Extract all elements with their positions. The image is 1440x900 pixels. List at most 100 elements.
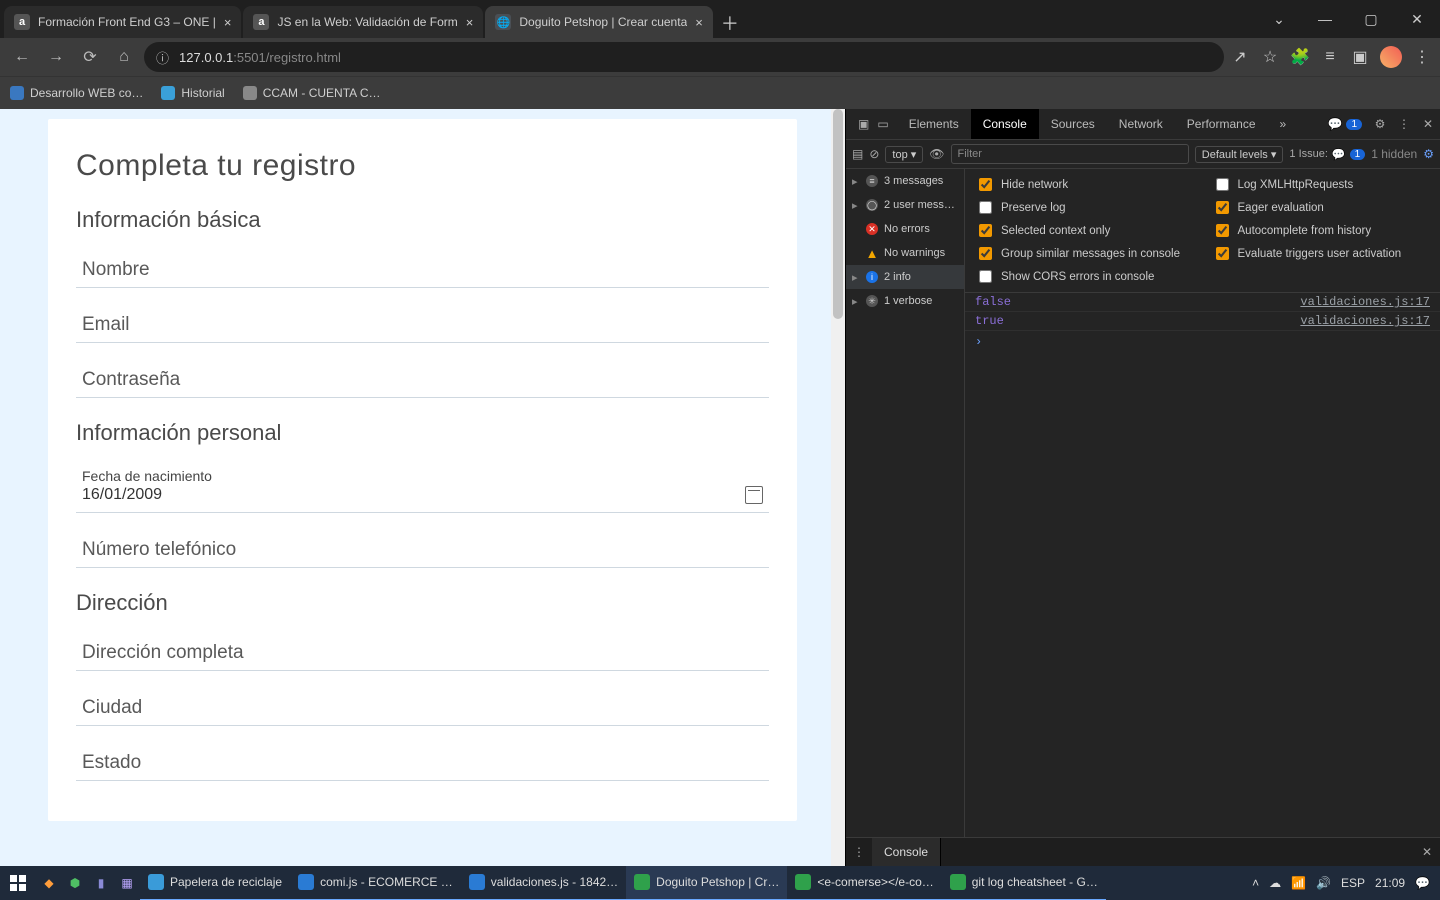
sidebar-verbose[interactable]: ▸✳1 verbose [846, 289, 964, 313]
name-field[interactable]: Nombre [76, 259, 769, 288]
tab-3-active[interactable]: 🌐 Doguito Petshop | Crear cuenta × [485, 6, 712, 38]
close-icon[interactable]: × [466, 15, 474, 30]
live-expression-icon[interactable]: 👁 [929, 147, 944, 161]
drawer-close-icon[interactable]: ✕ [1414, 845, 1440, 859]
taskbar-app[interactable]: Papelera de reciclaje [140, 865, 290, 900]
tab-1[interactable]: a Formación Front End G3 – ONE | × [4, 6, 241, 38]
tab-2[interactable]: a JS en la Web: Validación de Form × [243, 6, 483, 38]
site-info-icon[interactable]: ⓘ [156, 48, 169, 67]
tab-overflow-icon[interactable]: ⌄ [1256, 0, 1302, 38]
close-icon[interactable]: × [695, 15, 703, 30]
state-field[interactable]: Estado [76, 752, 769, 781]
console-line[interactable]: true validaciones.js:17 [965, 312, 1440, 331]
drawer-console-tab[interactable]: Console [872, 838, 941, 866]
minimize-button[interactable]: — [1302, 0, 1348, 38]
calendar-icon[interactable] [745, 486, 763, 504]
tab-performance[interactable]: Performance [1175, 109, 1268, 139]
dob-field[interactable]: Fecha de nacimiento 16/01/2009 [76, 468, 769, 513]
tray-wifi-icon[interactable]: 📶 [1291, 876, 1306, 890]
phone-field[interactable]: Número telefónico [76, 539, 769, 568]
devtools-menu-icon[interactable]: ⋮ [1392, 109, 1416, 139]
taskbar-pin-icon[interactable]: ▮ [88, 876, 114, 890]
taskbar-pin-icon[interactable]: ▦ [114, 876, 140, 890]
sidebar-messages[interactable]: ▸≡3 messages [846, 169, 964, 193]
close-icon[interactable]: × [224, 15, 232, 30]
chk-log-xhr[interactable]: Log XMLHttpRequests [1212, 175, 1431, 194]
taskbar-pin-icon[interactable]: ⬢ [62, 876, 88, 890]
taskbar-app[interactable]: <e-comerse></e-co… [787, 865, 941, 900]
taskbar-app[interactable]: comi.js - ECOMERCE … [290, 865, 461, 900]
tray-cloud-icon[interactable]: ☁ [1269, 876, 1281, 890]
address-bar[interactable]: ⓘ 127.0.0.1:5501/registro.html [144, 42, 1224, 72]
chk-group-similar[interactable]: Group similar messages in console [975, 244, 1194, 263]
city-field[interactable]: Ciudad [76, 697, 769, 726]
back-button[interactable]: ← [8, 43, 36, 71]
chk-eval-triggers[interactable]: Evaluate triggers user activation [1212, 244, 1431, 263]
chk-selected-context[interactable]: Selected context only [975, 221, 1194, 240]
tray-volume-icon[interactable]: 🔊 [1316, 876, 1331, 890]
chrome-menu-icon[interactable]: ⋮ [1412, 47, 1432, 67]
console-settings-icon[interactable]: ⚙ [1423, 147, 1434, 161]
tray-chevron-icon[interactable]: ˄ [1252, 876, 1259, 890]
bookmark-item[interactable]: Historial [161, 86, 224, 100]
issues-indicator[interactable]: 1 Issue:💬1 [1289, 148, 1365, 161]
sidebar-info[interactable]: ▸i2 info [846, 265, 964, 289]
console-sidebar-toggle-icon[interactable]: ▤ [852, 147, 863, 161]
devtools-close-icon[interactable]: ✕ [1416, 109, 1440, 139]
log-levels-selector[interactable]: Default levels ▾ [1195, 146, 1284, 163]
extensions-icon[interactable]: 🧩 [1290, 47, 1310, 67]
chk-show-cors[interactable]: Show CORS errors in console [975, 267, 1430, 286]
tab-sources[interactable]: Sources [1039, 109, 1107, 139]
tab-network[interactable]: Network [1107, 109, 1175, 139]
bookmark-star-icon[interactable]: ☆ [1260, 47, 1280, 67]
tab-elements[interactable]: Elements [897, 109, 971, 139]
chk-preserve-log[interactable]: Preserve log [975, 198, 1194, 217]
url-text: 127.0.0.1:5501/registro.html [179, 50, 341, 65]
page-scrollbar[interactable] [831, 109, 845, 866]
taskbar-app[interactable]: git log cheatsheet - G… [942, 865, 1106, 900]
console-prompt[interactable]: › [965, 331, 1440, 353]
console-line[interactable]: false validaciones.js:17 [965, 293, 1440, 312]
profile-avatar[interactable] [1380, 46, 1402, 68]
device-toggle-icon[interactable]: ▭ [877, 117, 888, 131]
tray-clock[interactable]: 21:09 [1375, 876, 1405, 890]
scroll-thumb[interactable] [833, 109, 843, 319]
sidebar-errors[interactable]: ✕No errors [846, 217, 964, 241]
inspect-icon[interactable]: ▣ [858, 117, 869, 131]
maximize-button[interactable]: ▢ [1348, 0, 1394, 38]
share-icon[interactable]: ↗ [1230, 47, 1250, 67]
close-window-button[interactable]: ✕ [1394, 0, 1440, 38]
console-filter-input[interactable]: Filter [951, 144, 1189, 164]
address-field[interactable]: Dirección completa [76, 642, 769, 671]
reload-button[interactable]: ⟳ [76, 43, 104, 71]
tray-language[interactable]: ESP [1341, 876, 1365, 890]
bookmark-item[interactable]: Desarrollo WEB co… [10, 86, 143, 100]
chk-autocomplete[interactable]: Autocomplete from history [1212, 221, 1431, 240]
context-selector[interactable]: top ▾ [885, 146, 923, 163]
password-field[interactable]: Contraseña [76, 369, 769, 398]
start-button[interactable] [0, 875, 36, 891]
forward-button[interactable]: → [42, 43, 70, 71]
chk-hide-network[interactable]: Hide network [975, 175, 1194, 194]
home-button[interactable]: ⌂ [110, 43, 138, 71]
bookmark-item[interactable]: CCAM - CUENTA C… [243, 86, 381, 100]
tray-notifications-icon[interactable]: 💬 [1415, 876, 1430, 890]
side-panel-icon[interactable]: ▣ [1350, 47, 1370, 67]
console-source-link[interactable]: validaciones.js:17 [1300, 295, 1430, 309]
taskbar-pin-icon[interactable]: ◆ [36, 876, 62, 890]
taskbar-app[interactable]: validaciones.js - 1842… [461, 865, 626, 900]
reading-list-icon[interactable]: ≡ [1320, 47, 1340, 67]
tab-more[interactable]: » [1268, 109, 1299, 139]
new-tab-button[interactable]: ＋ [715, 8, 745, 38]
devtools-settings-icon[interactable]: ⚙ [1368, 109, 1392, 139]
console-source-link[interactable]: validaciones.js:17 [1300, 314, 1430, 328]
feedback-badge[interactable]: 💬1 [1321, 109, 1368, 139]
chk-eager-eval[interactable]: Eager evaluation [1212, 198, 1431, 217]
taskbar-app-active[interactable]: Doguito Petshop | Cr… [626, 865, 787, 900]
tab-console[interactable]: Console [971, 109, 1039, 139]
sidebar-warnings[interactable]: ▲No warnings [846, 241, 964, 265]
sidebar-user-messages[interactable]: ▸◯2 user mess… [846, 193, 964, 217]
drawer-menu-icon[interactable]: ⋮ [846, 845, 872, 859]
clear-console-icon[interactable]: ⊘ [869, 147, 879, 161]
email-field[interactable]: Email [76, 314, 769, 343]
